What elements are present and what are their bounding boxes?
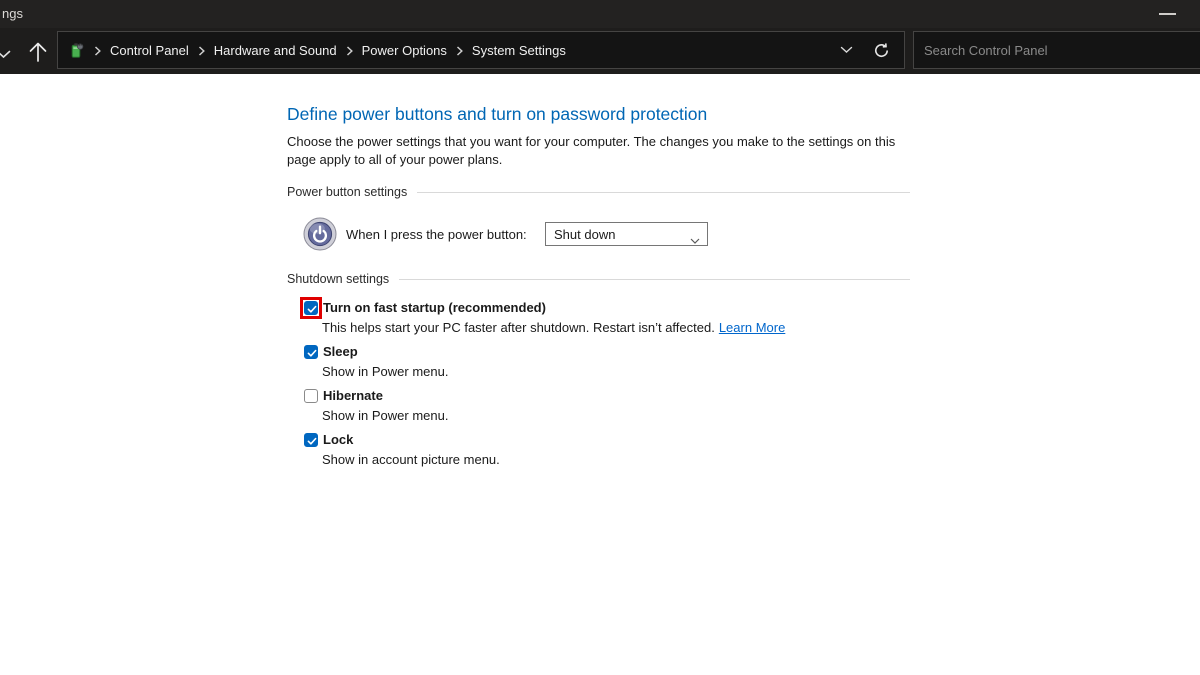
hibernate-label[interactable]: Hibernate bbox=[323, 388, 383, 404]
fast-startup-description: This helps start your PC faster after sh… bbox=[322, 320, 910, 335]
breadcrumb-separator-icon bbox=[94, 46, 101, 56]
hibernate-description: Show in Power menu. bbox=[322, 408, 910, 423]
sleep-label[interactable]: Sleep bbox=[323, 344, 358, 360]
window-title: ngs bbox=[2, 6, 23, 21]
lock-checkbox[interactable] bbox=[304, 433, 318, 447]
up-arrow-icon bbox=[27, 40, 49, 64]
section-label: Shutdown settings bbox=[287, 271, 389, 287]
section-rule bbox=[417, 192, 910, 193]
fast-startup-row: Turn on fast startup (recommended) This … bbox=[287, 300, 910, 335]
breadcrumb-separator-icon bbox=[456, 46, 463, 56]
power-action-selected-value: Shut down bbox=[554, 227, 615, 242]
breadcrumb-control-panel[interactable]: Control Panel bbox=[110, 43, 189, 58]
sleep-row: Sleep Show in Power menu. bbox=[287, 344, 910, 379]
address-dropdown-chevron-icon[interactable] bbox=[833, 35, 859, 65]
hibernate-checkbox[interactable] bbox=[304, 389, 318, 403]
fast-startup-label[interactable]: Turn on fast startup (recommended) bbox=[323, 300, 546, 316]
page-intro: Choose the power settings that you want … bbox=[287, 133, 905, 169]
sleep-description: Show in Power menu. bbox=[322, 364, 910, 379]
page-title: Define power buttons and turn on passwor… bbox=[287, 103, 910, 125]
power-options-battery-icon bbox=[68, 42, 85, 59]
address-bar[interactable]: Control Panel Hardware and Sound Power O… bbox=[57, 31, 905, 69]
power-button-icon bbox=[303, 217, 337, 251]
section-label: Power button settings bbox=[287, 184, 407, 200]
settings-page: Define power buttons and turn on passwor… bbox=[287, 74, 910, 467]
section-rule bbox=[399, 279, 910, 280]
navigation-bar: Control Panel Hardware and Sound Power O… bbox=[0, 28, 1200, 74]
title-bar: ngs bbox=[0, 0, 1200, 28]
search-input[interactable] bbox=[914, 43, 1200, 58]
learn-more-link[interactable]: Learn More bbox=[719, 320, 785, 335]
sleep-checkbox[interactable] bbox=[304, 345, 318, 359]
hibernate-row: Hibernate Show in Power menu. bbox=[287, 388, 910, 423]
minimize-button[interactable] bbox=[1144, 0, 1190, 28]
breadcrumb-power-options[interactable]: Power Options bbox=[362, 43, 447, 58]
chevron-down-icon bbox=[690, 232, 700, 247]
refresh-button[interactable] bbox=[868, 35, 894, 65]
minimize-icon bbox=[1159, 13, 1176, 15]
lock-label[interactable]: Lock bbox=[323, 432, 353, 448]
breadcrumb-separator-icon bbox=[198, 46, 205, 56]
lock-row: Lock Show in account picture menu. bbox=[287, 432, 910, 467]
breadcrumb-system-settings[interactable]: System Settings bbox=[472, 43, 566, 58]
breadcrumb-hardware-and-sound[interactable]: Hardware and Sound bbox=[214, 43, 337, 58]
history-chevron-down-icon[interactable] bbox=[0, 46, 11, 64]
power-action-select[interactable]: Shut down bbox=[545, 222, 708, 246]
fast-startup-checkbox[interactable] bbox=[304, 301, 318, 315]
checkmark-icon bbox=[306, 303, 318, 315]
power-button-row: When I press the power button: Shut down bbox=[287, 217, 910, 251]
checkmark-icon bbox=[306, 435, 318, 447]
content-area: Define power buttons and turn on passwor… bbox=[0, 74, 1200, 675]
up-button[interactable] bbox=[24, 38, 52, 66]
checkmark-icon bbox=[306, 347, 318, 359]
power-button-settings-header: Power button settings bbox=[287, 184, 910, 200]
lock-description: Show in account picture menu. bbox=[322, 452, 910, 467]
refresh-icon bbox=[873, 42, 890, 59]
shutdown-settings-header: Shutdown settings bbox=[287, 271, 910, 287]
search-box bbox=[913, 31, 1200, 69]
power-button-prompt: When I press the power button: bbox=[346, 227, 527, 242]
breadcrumb-separator-icon bbox=[346, 46, 353, 56]
